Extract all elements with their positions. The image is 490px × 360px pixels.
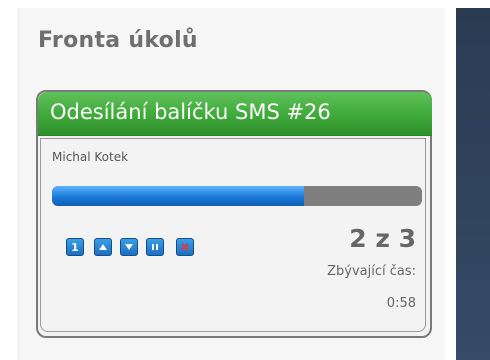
- remaining-time-label: Zbývající čas:: [327, 264, 416, 279]
- cancel-task-button[interactable]: [176, 238, 194, 256]
- move-down-icon: [125, 244, 133, 250]
- remaining-time-value: 0:58: [386, 296, 416, 311]
- queue-title: Fronta úkolů: [38, 28, 198, 53]
- pause-icon: [152, 244, 158, 250]
- move-up-icon: [99, 244, 107, 250]
- task-counter: 2 z 3: [349, 224, 416, 253]
- right-dark-sidebar: [456, 8, 490, 360]
- set-priority-first-button[interactable]: 1: [66, 238, 84, 256]
- pause-button[interactable]: [146, 238, 164, 256]
- task-owner: Michal Kotek: [52, 150, 129, 164]
- priority-1-icon: 1: [71, 240, 79, 254]
- task-progress-fill: [52, 186, 304, 206]
- move-up-button[interactable]: [94, 238, 112, 256]
- cancel-icon: [181, 243, 189, 251]
- task-name: Odesílání balíčku SMS #26: [50, 100, 331, 124]
- move-down-button[interactable]: [120, 238, 138, 256]
- task-progress-bar: [52, 186, 422, 206]
